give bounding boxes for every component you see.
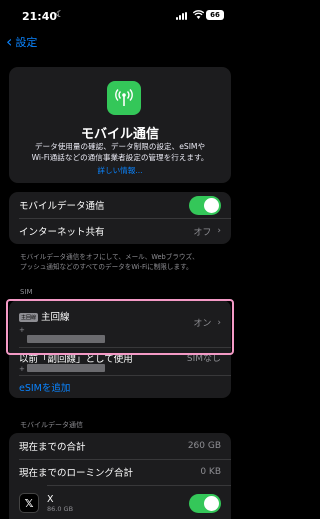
mobile-data-card: モバイルデータ通信 インターネット共有 オフ › xyxy=(9,192,231,244)
app-data-toggle[interactable] xyxy=(189,493,221,513)
x-logo-icon: 𝕏 xyxy=(19,493,39,513)
mobile-data-row: モバイルデータ通信 xyxy=(19,192,221,218)
sim-section-label: SIM xyxy=(20,288,33,296)
total-usage-label: 現在までの合計 xyxy=(19,442,86,453)
mobile-data-toggle[interactable] xyxy=(189,195,221,215)
note-line: モバイルデータ通信をオフにして、メール、Webブラウズ、 xyxy=(20,253,199,261)
page-title: モバイル通信 xyxy=(80,127,159,142)
description-line: Wi-Fi通話などの通信事業者設定の管理を行えます。 xyxy=(31,153,209,162)
page-description: データ使用量の確認、データ制限の設定、eSIMや Wi-Fi通話などの通信事業者… xyxy=(19,141,221,163)
roaming-usage-value: 0 KB xyxy=(200,467,221,477)
mobile-data-label: モバイルデータ通信 xyxy=(19,201,105,212)
redacted-number xyxy=(27,364,105,372)
roaming-usage-label: 現在までのローミング合計 xyxy=(19,468,134,479)
battery-icon: 66 xyxy=(206,10,224,20)
app-name: X xyxy=(47,493,54,505)
cellular-antenna-icon xyxy=(107,81,141,115)
moon-icon: ☾ xyxy=(56,10,65,20)
back-label: 設定 xyxy=(15,36,38,49)
app-row-x: 𝕏 X 86.0 GB xyxy=(19,489,221,517)
nav-bar: ‹ 設定 xyxy=(0,34,240,56)
divider xyxy=(47,485,231,486)
highlight-box xyxy=(6,299,234,355)
total-usage-row: 現在までの合計 260 GB xyxy=(19,433,221,459)
cellular-signal-icon xyxy=(176,12,190,20)
hotspot-row[interactable]: インターネット共有 オフ › xyxy=(19,218,221,244)
wifi-icon xyxy=(192,10,205,22)
hotspot-label: インターネット共有 xyxy=(19,227,105,238)
mobile-data-note: モバイルデータ通信をオフにして、メール、Webブラウズ、 プッシュ通知などのすべ… xyxy=(20,252,225,272)
learn-more-link[interactable]: 詳しい情報... xyxy=(9,165,231,176)
description-line: データ使用量の確認、データ制限の設定、eSIMや xyxy=(34,142,206,151)
usage-card: 現在までの合計 260 GB 現在までのローミング合計 0 KB 𝕏 X 86.… xyxy=(9,433,231,519)
back-button[interactable]: ‹ 設定 xyxy=(6,34,37,50)
hotspot-value: オフ xyxy=(193,227,212,238)
roaming-usage-row: 現在までのローミング合計 0 KB xyxy=(19,459,221,485)
add-esim-button[interactable]: eSIMを追加 xyxy=(19,375,221,398)
total-usage-value: 260 GB xyxy=(187,441,221,451)
header-card: モバイル通信 データ使用量の確認、データ制限の設定、eSIMや Wi-Fi通話な… xyxy=(9,67,231,183)
app-usage: 86.0 GB xyxy=(47,504,74,513)
status-bar: 21:40 ☾ 66 xyxy=(0,0,240,30)
status-time: 21:40 xyxy=(22,10,58,23)
chevron-left-icon: ‹ xyxy=(6,32,13,51)
usage-section-label: モバイルデータ通信 xyxy=(20,421,83,429)
note-line: プッシュ通知などのすべてのデータをWi-Fiに制限します。 xyxy=(20,263,193,271)
chevron-right-icon: › xyxy=(217,226,221,236)
